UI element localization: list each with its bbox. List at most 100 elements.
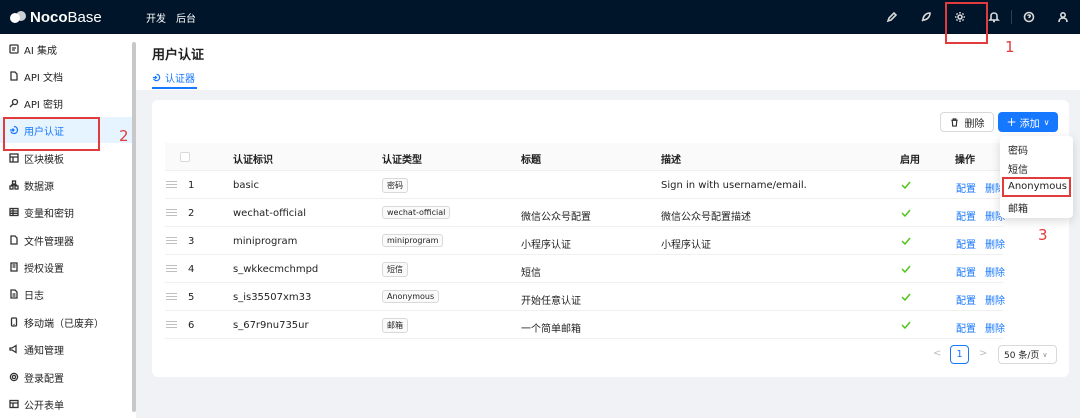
cell-name: basic <box>233 180 259 191</box>
column-header-title[interactable]: 标题 <box>521 151 541 166</box>
sidebar-item-logs[interactable]: 日志 <box>0 281 132 307</box>
pagination-prev[interactable]: < <box>933 348 941 359</box>
type-tag: 密码 <box>382 178 408 193</box>
cell-title: 小程序认证 <box>521 240 571 251</box>
delete-link[interactable]: 删除 <box>985 236 1005 251</box>
sidebar-item-api-docs[interactable]: API 文档 <box>0 63 132 89</box>
sidebar-item-label: AI 集成 <box>24 45 57 57</box>
drag-handle-icon[interactable] <box>166 321 177 328</box>
sidebar-item-notifications[interactable]: 通知管理 <box>0 336 132 362</box>
cell-title: 微信公众号配置 <box>521 212 591 223</box>
table-icon <box>8 206 20 218</box>
check-icon <box>901 293 911 302</box>
column-header-type[interactable]: 认证类型 <box>382 151 422 166</box>
logo[interactable]: Noco Base <box>10 9 138 26</box>
top-bar: Noco Base 开发 后台 <box>0 0 1080 34</box>
configure-link[interactable]: 配置 <box>956 264 976 279</box>
logo-text-noco: Noco <box>30 8 68 26</box>
type-tag: Anonymous <box>382 290 440 303</box>
configure-link[interactable]: 配置 <box>956 236 976 251</box>
column-header-enabled[interactable]: 启用 <box>900 151 920 166</box>
type-tag: miniprogram <box>382 234 444 247</box>
tab-active-indicator <box>152 87 197 89</box>
delete-button[interactable]: 删除 <box>940 112 994 132</box>
column-header-name[interactable]: 认证标识 <box>233 151 273 166</box>
plus-icon: + <box>1006 115 1017 129</box>
column-header-description[interactable]: 描述 <box>661 151 681 166</box>
add-button[interactable]: + 添加 ∨ <box>998 112 1058 132</box>
page-title: 用户认证 <box>152 48 205 63</box>
sidebar-item-public-forms[interactable]: 公开表单 <box>0 391 132 417</box>
drag-handle-icon[interactable] <box>166 293 177 300</box>
sidebar-item-login-config[interactable]: 登录配置 <box>0 364 132 390</box>
sidebar-item-label: 变量和密钥 <box>24 208 74 220</box>
page-size-select[interactable]: 50 条/页 ∨ <box>998 345 1057 364</box>
annotation-number-2: 2 <box>119 127 129 145</box>
dropdown-item-email[interactable]: 邮箱 <box>1008 200 1028 215</box>
pencil-icon[interactable] <box>875 0 909 34</box>
sidebar-item-file-manager[interactable]: 文件管理器 <box>0 227 132 253</box>
sidebar-item-mobile[interactable]: 移动端（已废弃） <box>0 309 132 335</box>
sidebar-item-label: 文件管理器 <box>24 236 74 248</box>
sidebar-item-label: 移动端（已废弃） <box>24 318 104 330</box>
settings-icon <box>8 371 20 383</box>
annotation-box-auth <box>3 117 100 151</box>
tab-authenticators[interactable]: 认证器 <box>152 70 195 85</box>
sidebar-item-datasource[interactable]: 数据源 <box>0 172 132 198</box>
help-icon[interactable] <box>1012 0 1046 34</box>
annotation-number-3: 3 <box>1038 226 1048 244</box>
table-row <box>165 171 1003 199</box>
pagination-next[interactable]: > <box>979 348 987 359</box>
sidebar-item-label: 登录配置 <box>24 373 64 385</box>
sidebar-item-label: 授权设置 <box>24 263 64 275</box>
check-icon <box>901 181 911 190</box>
sidebar-item-label: 区块模板 <box>24 154 64 166</box>
row-index: 4 <box>188 264 195 275</box>
rocket-icon[interactable] <box>909 0 943 34</box>
drag-handle-icon[interactable] <box>166 237 177 244</box>
configure-link[interactable]: 配置 <box>956 320 976 335</box>
top-nav: 开发 后台 <box>146 10 196 25</box>
delete-link[interactable]: 删除 <box>985 292 1005 307</box>
configure-link[interactable]: 配置 <box>956 292 976 307</box>
configure-link[interactable]: 配置 <box>956 208 976 223</box>
drag-handle-icon[interactable] <box>166 209 177 216</box>
annotation-box-settings <box>945 2 988 44</box>
check-icon <box>901 321 911 330</box>
delete-link[interactable]: 删除 <box>985 264 1005 279</box>
user-icon[interactable] <box>1046 0 1080 34</box>
delete-link[interactable]: 删除 <box>985 320 1005 335</box>
type-tag: 短信 <box>382 262 408 277</box>
nav-admin[interactable]: 后台 <box>176 10 196 25</box>
drag-handle-icon[interactable] <box>166 181 177 188</box>
trash-icon <box>950 117 958 127</box>
configure-link[interactable]: 配置 <box>956 180 976 195</box>
chevron-down-icon: ∨ <box>1043 117 1050 127</box>
chevron-down-icon: ∨ <box>1042 350 1048 359</box>
file-icon <box>8 234 20 246</box>
check-icon <box>901 209 911 218</box>
type-tag: wechat-official <box>382 206 451 219</box>
logo-text-base: Base <box>67 8 102 26</box>
login-icon <box>152 73 161 82</box>
drag-handle-icon[interactable] <box>166 265 177 272</box>
sidebar-item-api-keys[interactable]: API 密钥 <box>0 90 132 116</box>
select-all-checkbox[interactable] <box>180 152 190 162</box>
ai-icon <box>8 43 20 55</box>
column-header-actions: 操作 <box>955 155 975 166</box>
sidebar-item-ai[interactable]: AI 集成 <box>0 36 132 62</box>
cell-name: miniprogram <box>233 236 298 247</box>
sidebar-item-license[interactable]: 授权设置 <box>0 254 132 280</box>
form-icon <box>8 398 20 410</box>
sidebar-scrollbar[interactable] <box>132 42 136 412</box>
dropdown-item-password[interactable]: 密码 <box>1008 142 1028 157</box>
sidebar-item-label: API 文档 <box>24 72 63 84</box>
template-icon <box>8 152 20 164</box>
sidebar-item-variables[interactable]: 变量和密钥 <box>0 199 132 225</box>
cell-name: s_is35507xm33 <box>233 292 312 303</box>
dropdown-item-sms[interactable]: 短信 <box>1008 161 1028 176</box>
page-size-value: 50 条/页 <box>1004 351 1040 361</box>
table-header <box>165 143 1003 171</box>
nav-develop[interactable]: 开发 <box>146 10 166 25</box>
pagination-current-page[interactable]: 1 <box>950 345 969 364</box>
